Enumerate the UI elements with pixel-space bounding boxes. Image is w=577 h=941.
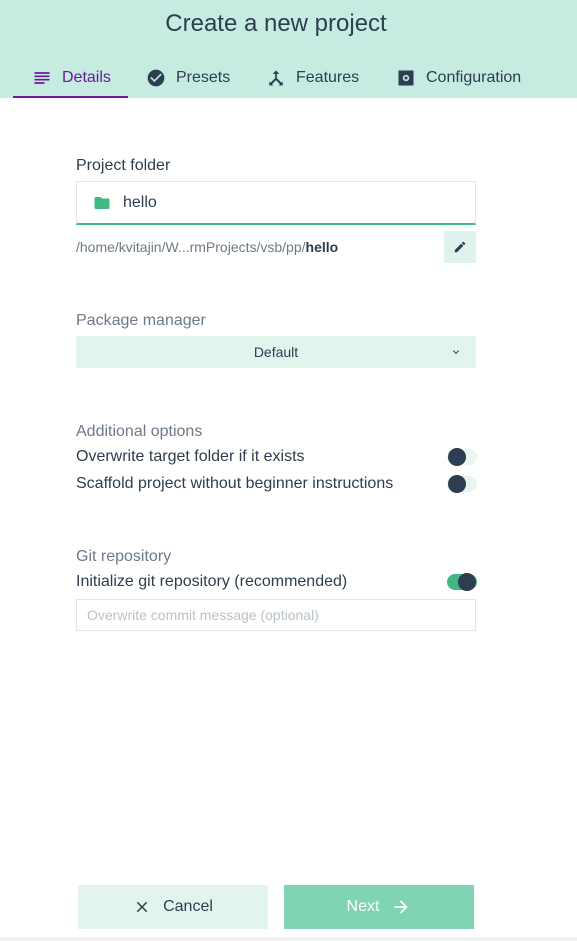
project-path-name: hello xyxy=(305,239,339,255)
chevron-down-icon xyxy=(450,345,462,357)
tab-features[interactable]: Features xyxy=(266,57,359,98)
check-circle-icon xyxy=(147,69,165,86)
overwrite-toggle[interactable] xyxy=(447,448,477,466)
cancel-button[interactable]: Cancel xyxy=(78,885,268,929)
tab-label: Configuration xyxy=(426,68,522,86)
settings-icon xyxy=(398,70,414,85)
project-path: /home/kvitajin/W...rmProjects/vsb/pp/hel… xyxy=(76,239,338,255)
call-split-icon xyxy=(269,70,283,85)
toggle-knob xyxy=(448,448,466,466)
close-icon xyxy=(136,901,148,913)
tab-configuration[interactable]: Configuration xyxy=(396,57,521,98)
package-manager-select[interactable]: Default xyxy=(76,336,476,368)
next-button[interactable]: Next xyxy=(284,885,474,929)
project-folder-label: Project folder xyxy=(76,157,171,174)
bottom-edge xyxy=(0,937,577,941)
toggle-knob xyxy=(458,573,476,591)
tab-label: Presets xyxy=(176,68,231,86)
pencil-icon xyxy=(454,241,466,253)
folder-icon xyxy=(94,196,110,209)
toggle-knob xyxy=(448,475,466,493)
page-title: Create a new project xyxy=(165,10,387,37)
tab-label: Details xyxy=(62,68,111,86)
commit-message-placeholder: Overwrite commit message (optional) xyxy=(87,607,319,623)
project-path-prefix: /home/kvitajin/W...rmProjects/vsb/pp/ xyxy=(76,239,306,255)
subject-icon xyxy=(34,71,50,84)
scaffold-option-label: Scaffold project without beginner instru… xyxy=(76,475,394,492)
overwrite-option-label: Overwrite target folder if it exists xyxy=(76,448,305,465)
tab-presets[interactable]: Presets xyxy=(146,57,230,98)
cancel-label: Cancel xyxy=(163,898,213,915)
next-label: Next xyxy=(346,898,380,915)
edit-path-button[interactable] xyxy=(444,231,476,263)
git-init-label: Initialize git repository (recommended) xyxy=(76,573,348,590)
project-folder-value: hello xyxy=(123,193,157,211)
scaffold-toggle[interactable] xyxy=(447,475,477,493)
additional-options-title: Additional options xyxy=(76,423,203,440)
tab-label: Features xyxy=(296,68,360,86)
tab-details[interactable]: Details xyxy=(32,57,111,98)
project-folder-input[interactable]: hello xyxy=(76,181,476,225)
package-manager-value: Default xyxy=(253,344,299,360)
git-init-toggle[interactable] xyxy=(447,573,477,591)
commit-message-input[interactable]: Overwrite commit message (optional) xyxy=(76,599,476,631)
header: Create a new project Details Presets Fea… xyxy=(0,0,577,98)
active-tab-indicator xyxy=(13,96,128,98)
package-manager-label: Package manager xyxy=(76,312,206,329)
arrow-forward-icon xyxy=(394,900,409,914)
git-repository-title: Git repository xyxy=(76,548,172,565)
